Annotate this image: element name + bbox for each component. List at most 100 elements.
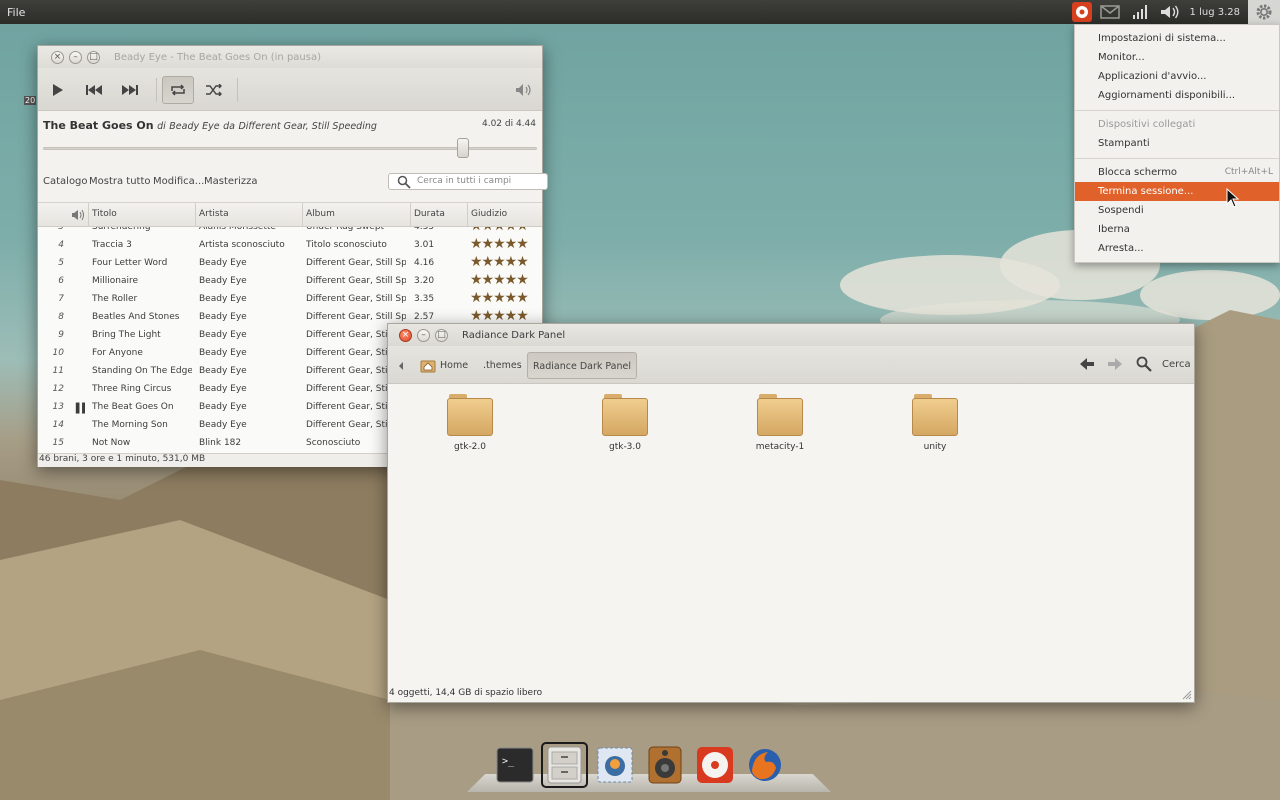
dock-disc-burner[interactable] [694,744,736,786]
table-row[interactable]: 6 Millionaire Beady Eye Different Gear, Sti… [38,272,542,290]
table-row[interactable]: 4 Traccia 3 Artista sconosciuto Titolo scon… [38,236,542,254]
track-number: 12 [52,384,64,394]
track-album: Different Gear, Still Sp... [306,276,406,286]
column-title[interactable]: Titolo [92,209,117,219]
folder-item[interactable]: unity [895,394,975,452]
tab-show-all[interactable]: Mostra tutto [89,176,151,187]
folder-item[interactable]: gtk-3.0 [585,394,665,452]
menu-item-startup-apps[interactable]: Applicazioni d'avvio... [1075,67,1279,86]
title-bar[interactable]: × – □ Beady Eye - The Beat Goes On (in p… [38,46,542,68]
minimize-button[interactable]: – [69,50,82,64]
column-rating[interactable]: Giudizio [471,209,507,219]
breadcrumb-label: Radiance Dark Panel [533,361,632,372]
track-number: 11 [52,366,64,376]
shuffle-toggle[interactable] [198,76,230,104]
tab-burn[interactable]: Masterizza [204,176,258,187]
track-number: 6 [58,276,64,286]
search-input[interactable]: Cerca in tutti i campi [388,173,548,190]
close-button[interactable]: × [51,50,64,64]
seek-handle[interactable] [456,138,469,158]
network-signal-icon[interactable] [1126,0,1154,24]
search-icon[interactable] [1136,356,1152,372]
menu-item-updates[interactable]: Aggiornamenti disponibili... [1075,86,1279,105]
title-bar[interactable]: × – □ Radiance Dark Panel [388,324,1194,346]
column-album[interactable]: Album [306,209,335,219]
track-number: 8 [58,312,64,322]
speaker-icon [648,746,682,784]
sound-menu-app-icon[interactable] [1070,0,1094,24]
toolbar-separator [156,78,157,102]
minimize-button[interactable]: – [417,328,430,342]
previous-button[interactable] [78,76,110,104]
resize-grip-icon[interactable] [1182,690,1192,700]
repeat-toggle[interactable] [162,76,194,104]
table-row[interactable]: 3 Surrendering Alanis Morissette Under Rug … [38,227,542,236]
close-button[interactable]: × [399,328,412,342]
menu-item-monitor[interactable]: Monitor... [1075,48,1279,67]
track-artist: Beady Eye [199,402,247,412]
menu-item-shutdown[interactable]: Arresta... [1075,239,1279,258]
breadcrumb-home[interactable]: Home [420,352,468,379]
column-divider [88,203,89,227]
column-divider [410,203,411,227]
menu-item-label: Blocca schermo [1098,167,1178,178]
menu-item-system-settings[interactable]: Impostazioni di sistema... [1075,29,1279,48]
app-menu-file[interactable]: File [0,6,25,19]
forward-icon[interactable] [1108,358,1122,370]
track-artist: Beady Eye [199,258,247,268]
track-number: 3 [58,227,64,232]
breadcrumb-current[interactable]: Radiance Dark Panel [527,352,638,379]
column-artist[interactable]: Artista [199,209,229,219]
maximize-button[interactable]: □ [87,50,100,64]
back-icon[interactable] [1080,358,1094,370]
breadcrumb-scroll-left-icon[interactable] [398,362,404,370]
track-artist: Beady Eye [199,276,247,286]
gear-icon[interactable] [1248,0,1280,24]
now-playing-from: da [223,121,235,132]
table-row[interactable]: 7 The Roller Beady Eye Different Gear, Stil… [38,290,542,308]
volume-button[interactable] [508,76,540,104]
dock-file-manager[interactable] [541,742,588,788]
tab-catalog[interactable]: Catalogo [43,176,88,187]
menu-separator [1075,158,1279,159]
track-duration: 3.35 [414,294,435,304]
mail-icon[interactable] [1094,0,1126,24]
breadcrumb-themes[interactable]: .themes [483,352,522,379]
tab-edit[interactable]: Modifica... [153,176,204,187]
playing-column-icon [72,209,84,221]
svg-text:>_: >_ [502,756,515,767]
column-duration[interactable]: Durata [414,209,445,219]
maximize-button[interactable]: □ [435,328,448,342]
menu-item-log-out[interactable]: Termina sessione... [1075,182,1279,201]
menu-item-suspend[interactable]: Sospendi [1075,201,1279,220]
track-rating: ★★★★★ [470,273,528,288]
track-title: Bring The Light [92,330,161,340]
track-duration: 2.57 [414,312,435,322]
folder-item[interactable]: metacity-1 [740,394,820,452]
next-button[interactable] [114,76,146,104]
menu-item-hibernate[interactable]: Iberna [1075,220,1279,239]
folder-item[interactable]: gtk-2.0 [430,394,510,452]
dock-firefox[interactable] [744,744,786,786]
repeat-icon [171,84,185,96]
volume-icon[interactable] [1154,0,1186,24]
mail-stamp-icon [597,747,633,783]
folder-label: unity [923,442,947,452]
player-toolbar [38,68,542,111]
track-duration: 3.01 [414,240,435,250]
shuffle-icon [206,84,222,96]
menu-item-lock-screen[interactable]: Blocca schermo Ctrl+Alt+L [1075,163,1279,182]
dock-speaker[interactable] [644,744,686,786]
clock[interactable]: 1 lug 3.28 [1186,0,1248,24]
track-artist: Beady Eye [199,294,247,304]
dock-terminal[interactable]: >_ [494,744,536,786]
terminal-icon: >_ [496,747,534,783]
play-button[interactable] [42,76,74,104]
dock-mail[interactable] [594,744,636,786]
indicator-area: 1 lug 3.28 [1070,0,1280,24]
menu-item-label: Monitor... [1098,52,1145,63]
breadcrumb-label: Home [440,360,469,371]
menu-item-printers[interactable]: Stampanti [1075,134,1279,153]
table-row[interactable]: 5 Four Letter Word Beady Eye Different Gear… [38,254,542,272]
search-label[interactable]: Cerca [1162,359,1191,370]
